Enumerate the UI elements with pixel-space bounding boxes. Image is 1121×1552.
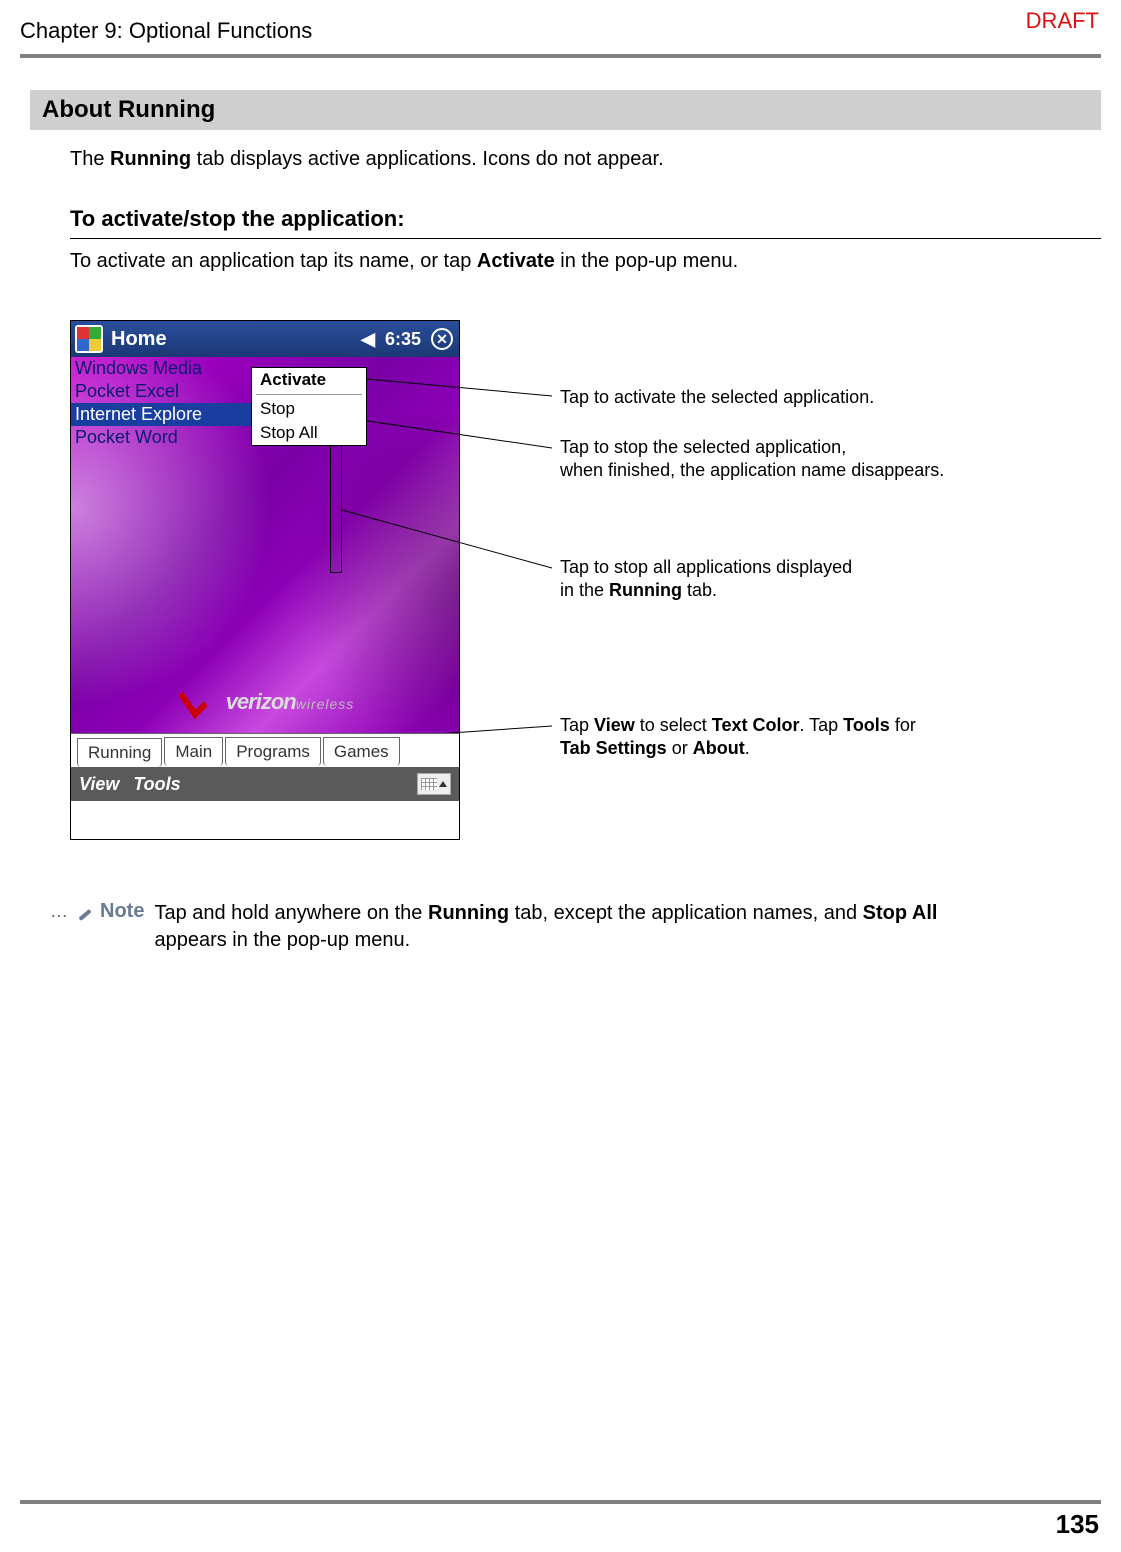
header-rule: [20, 54, 1101, 58]
footer-rule: [20, 1500, 1101, 1504]
text: appears in the pop-up menu.: [154, 929, 410, 951]
titlebar-right: ◀ 6:35 ✕: [361, 328, 459, 350]
page-number: 135: [1056, 1509, 1099, 1540]
text-bold: View: [594, 715, 635, 735]
carrier-brand: verizon: [226, 689, 296, 714]
text-bold: Running: [428, 902, 509, 924]
text: Tap and hold anywhere on the: [154, 902, 428, 924]
list-item[interactable]: Pocket Word: [71, 426, 251, 449]
menu-tools[interactable]: Tools: [133, 774, 180, 795]
text: tab, except the application names, and: [509, 902, 863, 924]
volume-icon[interactable]: ◀: [361, 329, 375, 350]
text-bold: Text Color: [712, 715, 800, 735]
context-menu: Activate Stop Stop All: [251, 367, 367, 446]
chapter-title: Chapter 9: Optional Functions: [20, 18, 312, 44]
verizon-check-icon: [176, 687, 220, 709]
text: Tap: [560, 715, 594, 735]
text-bold: Running: [110, 148, 191, 170]
draft-watermark: DRAFT: [1026, 8, 1099, 34]
text: To activate an application tap its name,…: [70, 250, 477, 272]
page-header: Chapter 9: Optional Functions DRAFT: [20, 18, 1101, 46]
callout-activate: Tap to activate the selected application…: [560, 386, 874, 409]
subsection-heading: To activate/stop the application:: [70, 206, 405, 232]
list-item[interactable]: Pocket Excel: [71, 380, 251, 403]
list-item[interactable]: Windows Media: [71, 357, 251, 380]
tab-programs[interactable]: Programs: [225, 737, 321, 766]
text-bold: Activate: [477, 250, 555, 272]
text: .: [745, 738, 750, 758]
tab-main[interactable]: Main: [164, 737, 223, 766]
list-item-selected[interactable]: Internet Explore: [71, 403, 251, 426]
callout-stop: Tap to stop the selected application, wh…: [560, 436, 944, 483]
menu-view[interactable]: View: [79, 774, 119, 795]
device-screenshot: Home ◀ 6:35 ✕ Windows Media Pocket Excel…: [70, 320, 460, 840]
carrier-logo: verizonwireless: [71, 687, 459, 715]
note-label: Note: [100, 900, 144, 923]
menu-item-stop[interactable]: Stop: [252, 397, 366, 421]
text-bold: Running: [609, 580, 682, 600]
note-icon: … Note: [50, 900, 144, 923]
clock-time: 6:35: [385, 329, 421, 350]
menu-item-activate[interactable]: Activate: [252, 368, 366, 392]
subsection-rule: [70, 238, 1101, 239]
note-text: Tap and hold anywhere on the Running tab…: [154, 900, 937, 954]
text: or: [667, 738, 693, 758]
text: . Tap: [799, 715, 843, 735]
tab-games[interactable]: Games: [323, 737, 400, 766]
title-label: Home: [111, 328, 353, 351]
start-button[interactable]: [75, 325, 103, 353]
tab-bar: Running Main Programs Games: [71, 733, 459, 767]
note-block: … Note Tap and hold anywhere on the Runn…: [50, 900, 1081, 954]
text-bold: Stop All: [863, 902, 938, 924]
callout-stop-all: Tap to stop all applications displayed i…: [560, 556, 852, 603]
device-titlebar: Home ◀ 6:35 ✕: [71, 321, 459, 357]
text: in the: [560, 580, 609, 600]
text: Tap to stop all applications displayed: [560, 556, 852, 579]
app-area: Windows Media Pocket Excel Internet Expl…: [71, 357, 459, 767]
menu-item-stop-all[interactable]: Stop All: [252, 421, 366, 445]
text: to select: [635, 715, 712, 735]
callout-view-tools: Tap View to select Text Color. Tap Tools…: [560, 714, 916, 761]
section-heading: About Running: [30, 90, 1101, 130]
text: Tap to stop the selected application,: [560, 436, 944, 459]
text: tab displays active applications. Icons …: [191, 148, 664, 170]
text: for: [890, 715, 916, 735]
note-dots-icon: …: [50, 901, 70, 922]
text: in the pop-up menu.: [555, 250, 738, 272]
subsection-body: To activate an application tap its name,…: [70, 250, 738, 273]
text-bold: Tab Settings: [560, 738, 667, 758]
section-intro: The Running tab displays active applicat…: [70, 148, 664, 171]
text-bold: Tools: [843, 715, 890, 735]
close-icon[interactable]: ✕: [431, 328, 453, 350]
text: when finished, the application name disa…: [560, 459, 944, 482]
keyboard-icon[interactable]: [417, 773, 451, 795]
text-bold: About: [693, 738, 745, 758]
pencil-icon: [74, 901, 96, 923]
text: tab.: [682, 580, 717, 600]
device-menubar: View Tools: [71, 767, 459, 801]
tab-running[interactable]: Running: [77, 738, 162, 767]
carrier-sub: wireless: [296, 696, 355, 712]
text: The: [70, 148, 110, 170]
running-app-list: Windows Media Pocket Excel Internet Expl…: [71, 357, 251, 449]
menu-separator: [256, 394, 362, 395]
